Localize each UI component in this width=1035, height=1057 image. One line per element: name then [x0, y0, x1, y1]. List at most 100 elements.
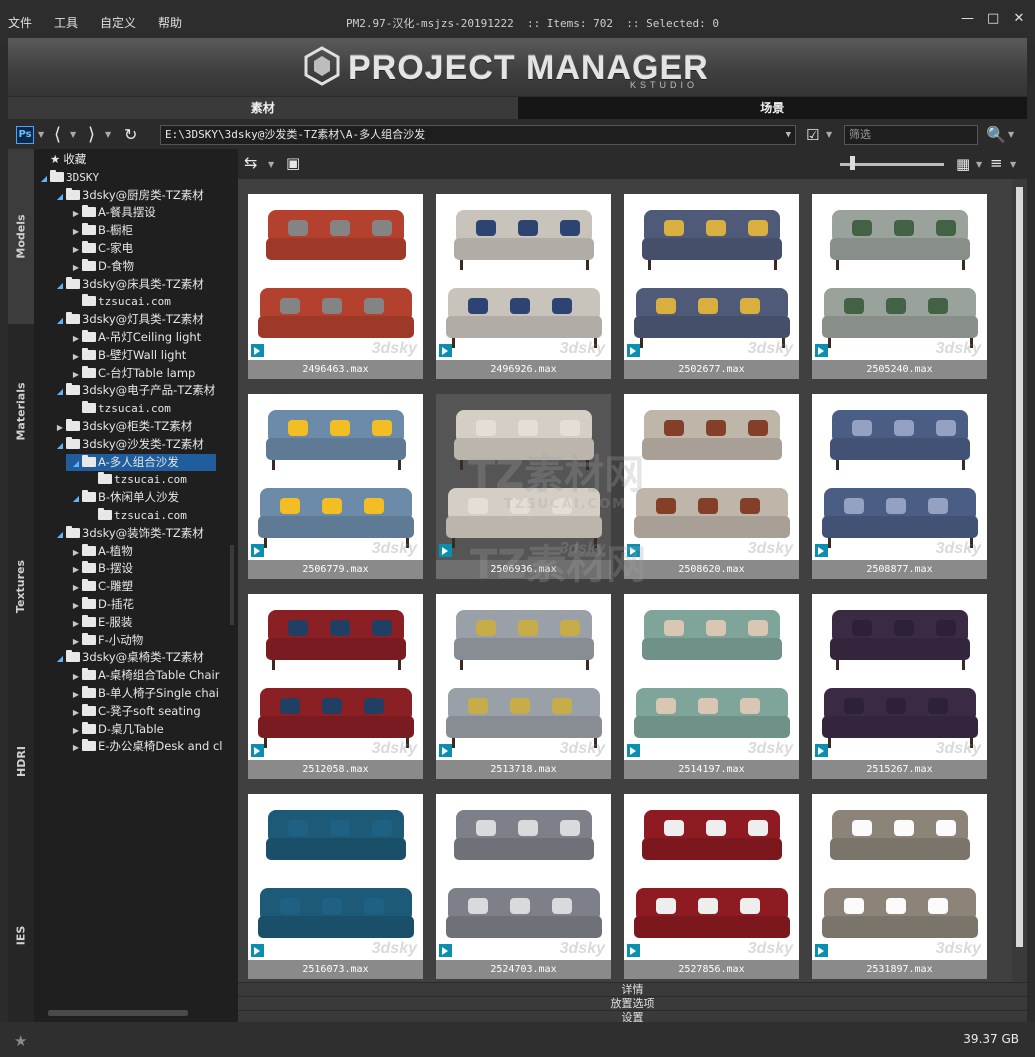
collapsed-arrow-icon[interactable]: ▶	[70, 597, 82, 614]
side-tab-materials[interactable]: Materials	[8, 324, 34, 499]
tree-item[interactable]: ◢ 3dsky@电子产品-TZ素材	[54, 382, 238, 399]
tree-item[interactable]: ◢ 3dsky@灯具类-TZ素材	[54, 311, 238, 328]
search-icon[interactable]: 🔍	[986, 125, 1006, 145]
grid-scrollbar[interactable]	[1012, 179, 1027, 982]
chevron-down-icon[interactable]: ▼	[826, 130, 832, 139]
asset-thumbnail[interactable]: 3dsky	[812, 194, 987, 360]
tab-scenes[interactable]: 场景	[517, 97, 1027, 119]
chevron-down-icon[interactable]: ▼	[38, 130, 44, 139]
asset-card[interactable]: 3dsky 2502677.max	[624, 194, 799, 379]
menu-file[interactable]: 文件	[8, 14, 32, 31]
tree-item[interactable]: ▶ C-台灯Table lamp	[70, 365, 238, 382]
menu-help[interactable]: 帮助	[158, 14, 182, 31]
collapsed-arrow-icon[interactable]: ▶	[70, 348, 82, 365]
tree-item[interactable]: ▶ A-植物	[70, 543, 238, 560]
expanded-arrow-icon[interactable]: ◢	[54, 650, 66, 667]
tree-item[interactable]: tzsucai.com	[86, 471, 238, 488]
collapsed-arrow-icon[interactable]: ▶	[70, 259, 82, 276]
thumb-size-slider[interactable]	[840, 163, 944, 166]
panel-settings[interactable]: 设置	[238, 1010, 1027, 1024]
tree-item[interactable]: ▶ 3dsky@柜类-TZ素材	[54, 418, 238, 435]
asset-card[interactable]: 3dsky 2516073.max	[248, 794, 423, 979]
side-tab-ies[interactable]: IES	[8, 849, 34, 1022]
collapsed-arrow-icon[interactable]: ▶	[70, 686, 82, 703]
asset-card[interactable]: 3dsky 2496926.max	[436, 194, 611, 379]
tree-item[interactable]: tzsucai.com	[70, 400, 238, 417]
asset-thumbnail[interactable]: 3dsky	[812, 594, 987, 760]
tree-item[interactable]: ▶ B-壁灯Wall light	[70, 347, 238, 364]
scrollbar-thumb[interactable]	[1016, 187, 1023, 947]
collapsed-arrow-icon[interactable]: ▶	[70, 722, 82, 739]
tab-assets[interactable]: 素材	[8, 97, 518, 119]
asset-card[interactable]: 3dsky 2515267.max	[812, 594, 987, 779]
tree-item[interactable]: ▶ C-雕塑	[70, 578, 238, 595]
asset-card[interactable]: 3dsky 2505240.max	[812, 194, 987, 379]
tree-item[interactable]: ▶ C-凳子soft seating	[70, 703, 238, 720]
asset-thumbnail[interactable]: 3dsky	[436, 194, 611, 360]
asset-card[interactable]: 3dsky 2531897.max	[812, 794, 987, 979]
tree-item[interactable]: ▶ B-摆设	[70, 560, 238, 577]
collapsed-arrow-icon[interactable]: ▶	[54, 419, 66, 436]
expanded-arrow-icon[interactable]: ◢	[54, 437, 66, 454]
asset-thumbnail[interactable]: 3dsky	[812, 394, 987, 560]
asset-thumbnail[interactable]: 3dsky	[248, 794, 423, 960]
asset-thumbnail[interactable]: 3dsky	[812, 794, 987, 960]
expanded-arrow-icon[interactable]: ◢	[54, 188, 66, 205]
minimize-icon[interactable]: —	[961, 12, 974, 26]
collapsed-arrow-icon[interactable]: ▶	[70, 330, 82, 347]
forward-icon[interactable]: ⟩	[88, 125, 95, 145]
collapsed-arrow-icon[interactable]: ▶	[70, 739, 82, 756]
chevron-down-icon[interactable]: ▼	[70, 130, 76, 139]
expanded-arrow-icon[interactable]: ◢	[54, 526, 66, 543]
tree-item[interactable]: ◢ 3dsky@装饰类-TZ素材	[54, 525, 238, 542]
tree-item[interactable]: ▶ E-办公桌椅Desk and cl	[70, 738, 238, 755]
asset-card[interactable]: 3dsky 2512058.max	[248, 594, 423, 779]
expanded-arrow-icon[interactable]: ◢	[54, 383, 66, 400]
collapsed-arrow-icon[interactable]: ▶	[70, 633, 82, 650]
asset-card[interactable]: 3dsky 2513718.max	[436, 594, 611, 779]
maximize-icon[interactable]: □	[987, 12, 999, 26]
tree-item[interactable]: ◢ 3dsky@厨房类-TZ素材	[54, 187, 238, 204]
asset-thumbnail[interactable]: 3dsky	[248, 194, 423, 360]
path-input[interactable]: E:\3DSKY\3dsky@沙发类-TZ素材\A-多人组合沙发 ▼	[160, 125, 796, 145]
chevron-down-icon[interactable]: ▼	[105, 130, 111, 139]
expanded-arrow-icon[interactable]: ◢	[54, 277, 66, 294]
tree-item[interactable]: ▶ D-桌几Table	[70, 721, 238, 738]
collapsed-arrow-icon[interactable]: ▶	[70, 223, 82, 240]
tree-item[interactable]: tzsucai.com	[70, 293, 238, 310]
tree-item[interactable]: ▶ C-家电	[70, 240, 238, 257]
tree-item[interactable]: ▶ E-服装	[70, 614, 238, 631]
asset-thumbnail[interactable]: 3dsky	[624, 794, 799, 960]
panel-placement-options[interactable]: 放置选项	[238, 996, 1027, 1010]
expanded-arrow-icon[interactable]: ◢	[38, 170, 50, 187]
back-icon[interactable]: ⟨	[54, 125, 61, 145]
asset-card[interactable]: 3dsky 2514197.max	[624, 594, 799, 779]
grid-view-icon[interactable]: ▦	[956, 154, 970, 174]
collapsed-arrow-icon[interactable]: ▶	[70, 366, 82, 383]
tree-item[interactable]: ◢ B-休闲单人沙发	[70, 489, 238, 506]
tree-item[interactable]: ▶ D-食物	[70, 258, 238, 275]
chevron-down-icon[interactable]: ▼	[786, 126, 791, 144]
asset-thumbnail[interactable]: 3dsky	[436, 794, 611, 960]
asset-card[interactable]: 3dsky 2508620.max	[624, 394, 799, 579]
tree-item[interactable]: ▶ B-橱柜	[70, 222, 238, 239]
asset-thumbnail[interactable]: 3dsky	[624, 594, 799, 760]
sort-icon[interactable]: ≡	[990, 153, 1003, 173]
asset-thumbnail[interactable]: 3dsky	[248, 594, 423, 760]
tree-horizontal-scrollbar[interactable]	[48, 1010, 188, 1016]
asset-thumbnail[interactable]: 3dsky	[624, 394, 799, 560]
chevron-down-icon[interactable]: ▼	[976, 160, 982, 169]
asset-card[interactable]: 3dsky 2527856.max	[624, 794, 799, 979]
collapsed-arrow-icon[interactable]: ▶	[70, 544, 82, 561]
tree-item[interactable]: ◢ A-多人组合沙发	[66, 453, 216, 471]
cube-icon[interactable]: ▣	[286, 153, 300, 173]
asset-thumbnail[interactable]: 3dsky	[436, 594, 611, 760]
photoshop-icon[interactable]: Ps	[16, 126, 34, 144]
panel-details[interactable]: 详情	[238, 982, 1027, 996]
menu-tools[interactable]: 工具	[54, 14, 78, 31]
asset-card[interactable]: 3dsky 2506779.max	[248, 394, 423, 579]
tree-item[interactable]: ◢ 3dsky@床具类-TZ素材	[54, 276, 238, 293]
collapsed-arrow-icon[interactable]: ▶	[70, 205, 82, 222]
tree-item[interactable]: ▶ A-吊灯Ceiling light	[70, 329, 238, 346]
tree-item[interactable]: ◢ 3dsky@沙发类-TZ素材	[54, 436, 238, 453]
